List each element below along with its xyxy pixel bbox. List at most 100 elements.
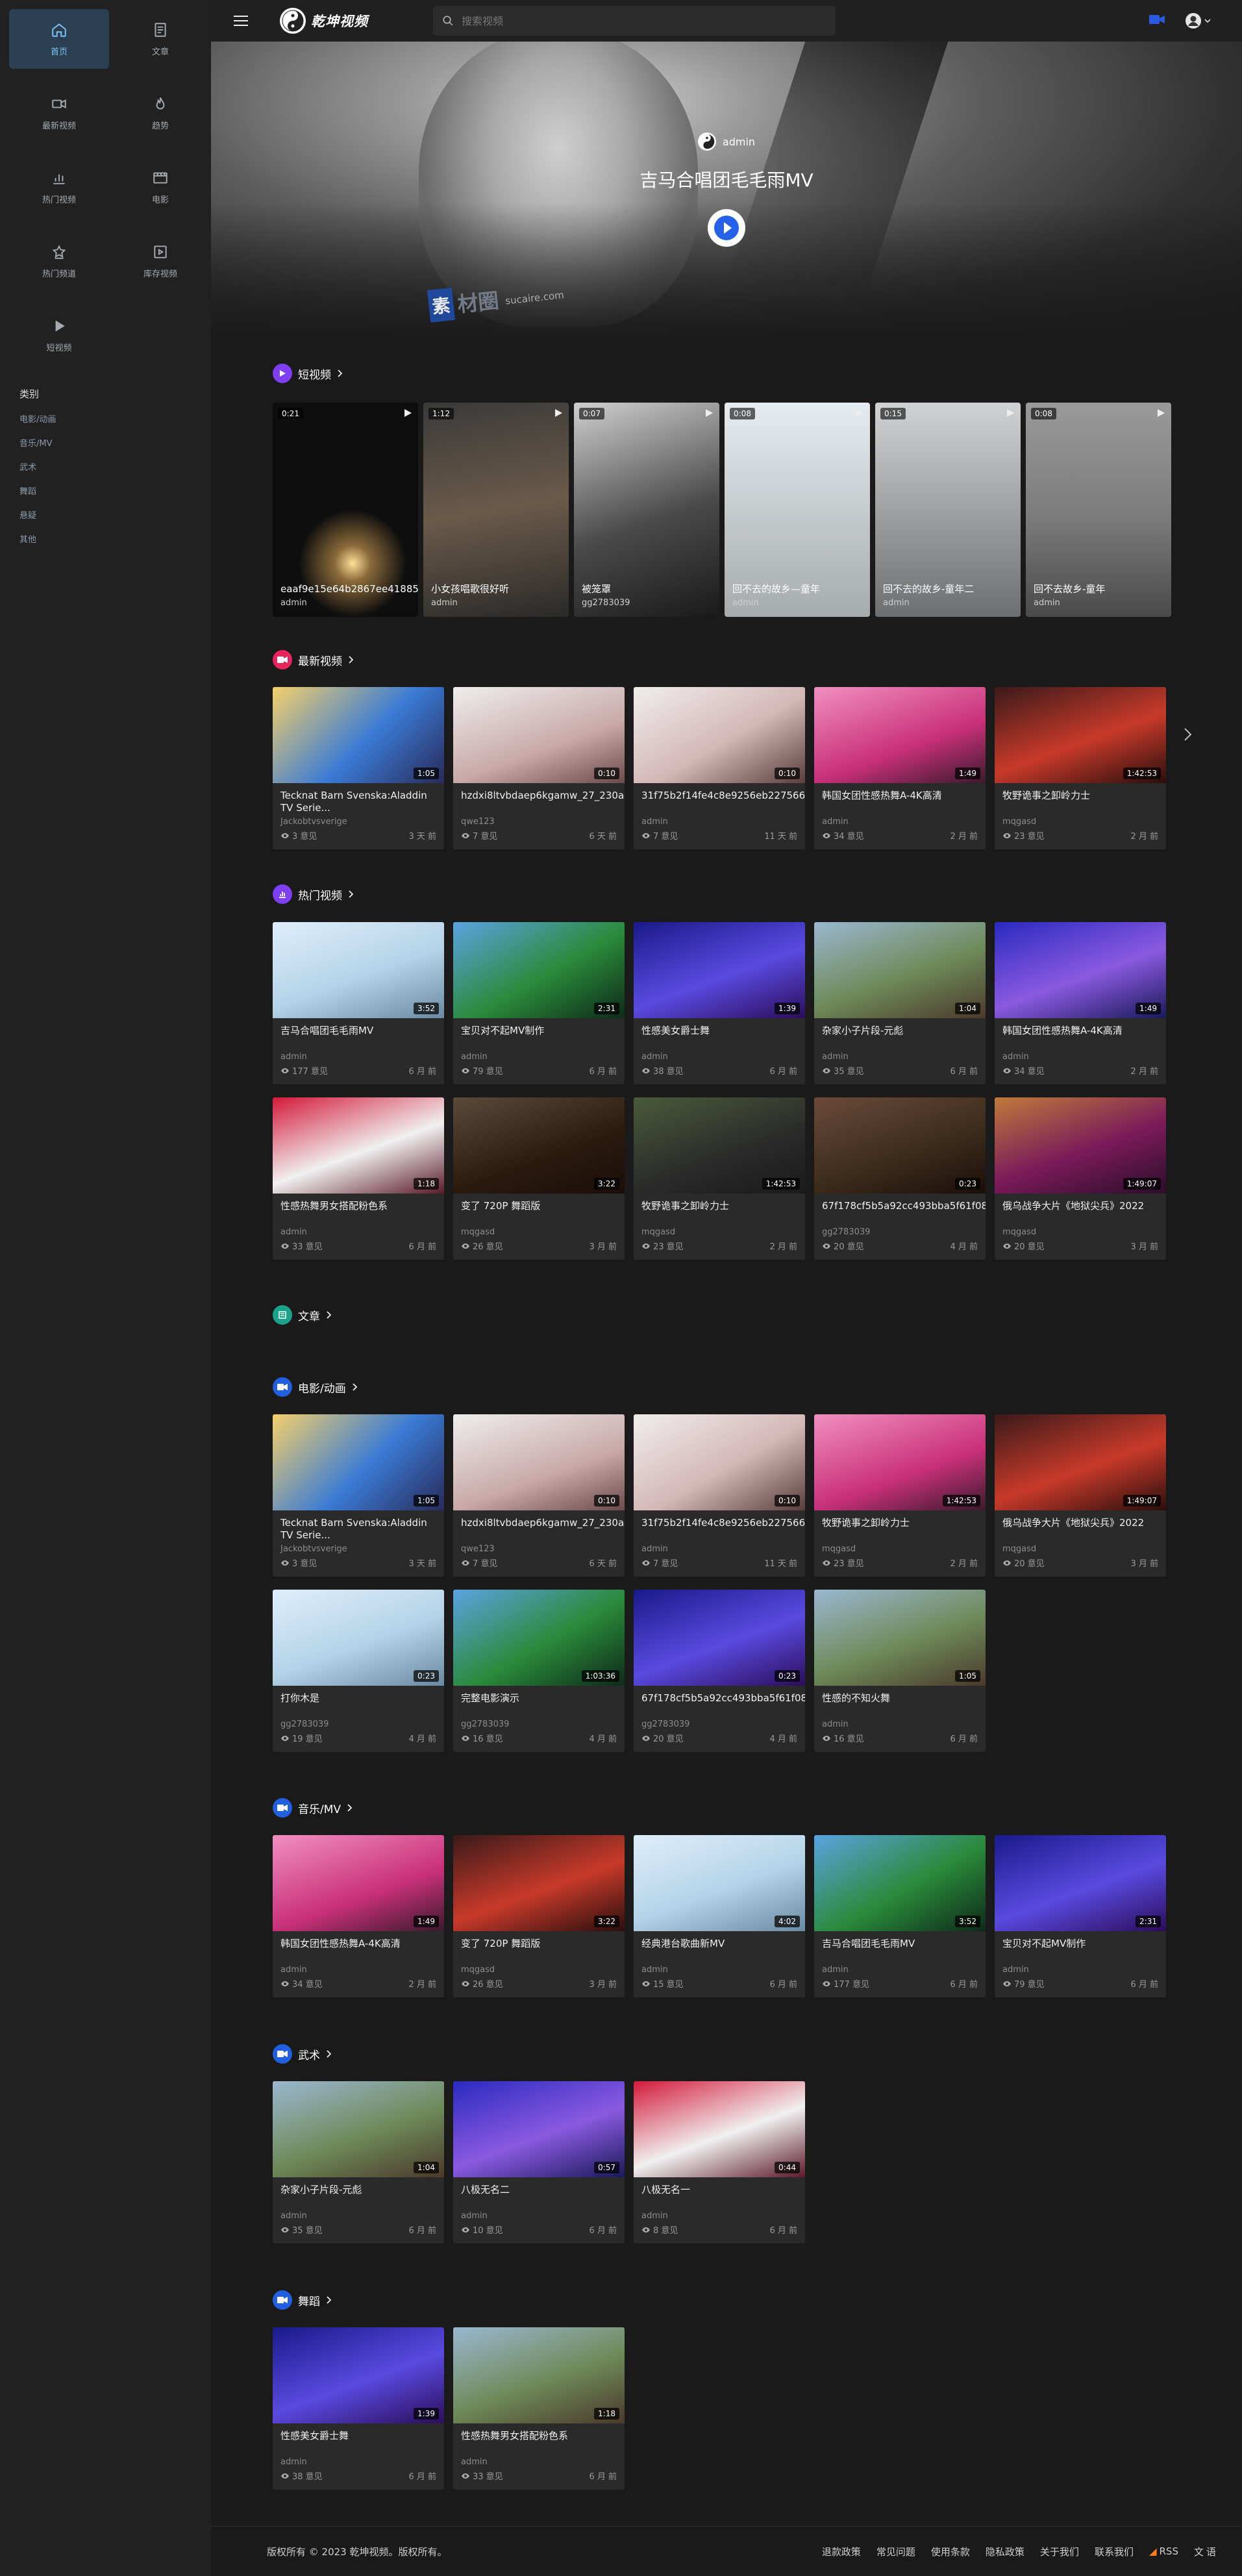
short-author[interactable]: admin xyxy=(431,598,458,608)
video-author[interactable]: admin xyxy=(273,1049,444,1062)
video-card[interactable]: 1:18 性感热舞男女搭配粉色系 admin 33 意见 6 月 前 xyxy=(453,2327,625,2490)
video-card[interactable]: 1:05 性感的不知火舞 admin 16 意见 6 月 前 xyxy=(814,1590,986,1752)
carousel-next-button[interactable] xyxy=(1183,727,1192,744)
section-header-martial[interactable]: 武术 xyxy=(273,2044,331,2064)
video-card[interactable]: 1:42:53 牧野诡事之卸岭力士 mqgasd 23 意见 2 月 前 xyxy=(995,687,1166,849)
short-video-card[interactable]: 0:08 回不去的故乡—童年 admin xyxy=(725,403,870,617)
video-title[interactable]: 牧野诡事之卸岭力士 xyxy=(814,1510,986,1542)
video-title[interactable]: 吉马合唱团毛毛雨MV xyxy=(814,1931,986,1962)
footer-link[interactable]: 隐私政策 xyxy=(986,2545,1025,2558)
short-title[interactable]: 回不去的故乡-童年二 xyxy=(883,583,1013,595)
video-thumbnail[interactable]: 0:44 xyxy=(634,2081,805,2177)
short-title[interactable]: 回不去故乡-童年 xyxy=(1034,583,1163,595)
video-card[interactable]: 3:52 吉马合唱团毛毛雨MV admin 177 意见 6 月 前 xyxy=(273,922,444,1084)
video-thumbnail[interactable]: 1:39 xyxy=(634,922,805,1018)
video-author[interactable]: admin xyxy=(273,2455,444,2467)
video-author[interactable]: gg2783039 xyxy=(273,1717,444,1729)
category-link[interactable]: 武术 xyxy=(19,460,211,473)
video-card[interactable]: 1:39 性感美女爵士舞 admin 38 意见 6 月 前 xyxy=(634,922,805,1084)
video-thumbnail[interactable]: 3:52 xyxy=(814,1835,986,1931)
short-video-card[interactable]: 0:08 回不去故乡-童年 admin xyxy=(1026,403,1171,617)
video-author[interactable]: mqgasd xyxy=(453,1962,625,1975)
section-header-articles[interactable]: 文章 xyxy=(273,1305,331,1325)
video-card[interactable]: 2:31 宝贝对不起MV制作 admin 79 意见 6 月 前 xyxy=(995,1835,1166,1997)
video-card[interactable]: 1:05 Tecknat Barn Svenska:Aladdin TV Seri… xyxy=(273,1414,444,1577)
category-link[interactable]: 其他 xyxy=(19,532,211,545)
video-thumbnail[interactable]: 1:49 xyxy=(814,687,986,783)
video-title[interactable]: 八极无名一 xyxy=(634,2177,805,2208)
video-author[interactable]: mqgasd xyxy=(814,1542,986,1554)
video-thumbnail[interactable]: 2:31 xyxy=(453,922,625,1018)
video-thumbnail[interactable]: 1:04 xyxy=(814,922,986,1018)
sidebar-item-latest[interactable]: 最新视频 xyxy=(9,83,109,143)
video-author[interactable]: qwe123 xyxy=(453,1542,625,1554)
video-thumbnail[interactable]: 1:49:07 xyxy=(995,1097,1166,1194)
short-author[interactable]: admin xyxy=(732,598,759,608)
video-author[interactable]: mqgasd xyxy=(634,1225,805,1237)
video-author[interactable]: gg2783039 xyxy=(634,1717,805,1729)
video-title[interactable]: 韩国女团性感热舞A-4K高清 xyxy=(814,783,986,814)
video-title[interactable]: Tecknat Barn Svenska:Aladdin TV Serie... xyxy=(273,783,444,814)
user-menu-button[interactable] xyxy=(1185,12,1211,29)
video-author[interactable]: admin xyxy=(995,1962,1166,1975)
video-author[interactable]: gg2783039 xyxy=(814,1225,986,1237)
video-card[interactable]: 0:57 八极无名二 admin 10 意见 6 月 前 xyxy=(453,2081,625,2244)
sidebar-item-channels[interactable]: 热门频道 xyxy=(9,231,109,291)
footer-link[interactable]: 联系我们 xyxy=(1095,2545,1134,2558)
video-author[interactable]: mqgasd xyxy=(453,1225,625,1237)
video-card[interactable]: 1:49 韩国女团性感热舞A-4K高清 admin 34 意见 2 月 前 xyxy=(995,922,1166,1084)
video-card[interactable]: 3:52 吉马合唱团毛毛雨MV admin 177 意见 6 月 前 xyxy=(814,1835,986,1997)
video-author[interactable]: admin xyxy=(453,1049,625,1062)
short-title[interactable]: 小女孩唱歌很好听 xyxy=(431,583,561,595)
video-card[interactable]: 1:39 性感美女爵士舞 admin 38 意见 6 月 前 xyxy=(273,2327,444,2490)
upload-video-button[interactable] xyxy=(1149,13,1165,29)
video-thumbnail[interactable]: 3:22 xyxy=(453,1835,625,1931)
video-title[interactable]: 67f178cf5b5a92cc493bba5f61f08437 xyxy=(634,1686,805,1717)
video-title[interactable]: 俄乌战争大片《地狱尖兵》2022 xyxy=(995,1510,1166,1542)
video-card[interactable]: 0:10 31f75b2f14fe4c8e9256eb2275666c25admi… xyxy=(634,1414,805,1577)
video-author[interactable]: admin xyxy=(814,1049,986,1062)
video-title[interactable]: 性感美女爵士舞 xyxy=(634,1018,805,1049)
video-author[interactable]: Jackobtvsverige xyxy=(273,1542,444,1554)
video-thumbnail[interactable]: 1:18 xyxy=(453,2327,625,2423)
video-author[interactable]: admin xyxy=(453,2455,625,2467)
video-thumbnail[interactable]: 1:42:53 xyxy=(814,1414,986,1510)
video-author[interactable]: admin xyxy=(273,1225,444,1237)
video-title[interactable]: Tecknat Barn Svenska:Aladdin TV Serie... xyxy=(273,1510,444,1542)
short-author[interactable]: admin xyxy=(883,598,910,608)
video-thumbnail[interactable]: 3:22 xyxy=(453,1097,625,1194)
video-title[interactable]: 宝贝对不起MV制作 xyxy=(995,1931,1166,1962)
language-button[interactable]: 文语 xyxy=(1194,2545,1216,2558)
short-video-card[interactable]: 0:21 eaaf9e15e64b2867ee4188555d47635a admi… xyxy=(273,403,418,617)
video-title[interactable]: 31f75b2f14fe4c8e9256eb2275666c25 xyxy=(634,1510,805,1542)
video-author[interactable]: admin xyxy=(814,814,986,827)
video-title[interactable]: 俄乌战争大片《地狱尖兵》2022 xyxy=(995,1194,1166,1225)
video-author[interactable]: gg2783039 xyxy=(453,1717,625,1729)
video-card[interactable]: 2:31 宝贝对不起MV制作 admin 79 意见 6 月 前 xyxy=(453,922,625,1084)
video-author[interactable]: admin xyxy=(634,2208,805,2221)
rss-link[interactable]: ◢ RSS xyxy=(1149,2545,1178,2558)
section-header-movies[interactable]: 电影/动画 xyxy=(273,1377,357,1397)
video-thumbnail[interactable]: 1:49:07 xyxy=(995,1414,1166,1510)
video-thumbnail[interactable]: 1:39 xyxy=(273,2327,444,2423)
video-title[interactable]: 韩国女团性感热舞A-4K高清 xyxy=(273,1931,444,1962)
video-card[interactable]: 0:23 打你木是 gg2783039 19 意见 4 月 前 xyxy=(273,1590,444,1752)
hero-play-button[interactable] xyxy=(708,209,745,247)
video-author[interactable]: admin xyxy=(634,814,805,827)
short-title[interactable]: 回不去的故乡—童年 xyxy=(732,583,862,595)
video-title[interactable]: hzdxi8ltvbdaep6kgamw_27_230a4468983089fe… xyxy=(453,783,625,814)
video-card[interactable]: 1:49 韩国女团性感热舞A-4K高清 admin 34 意见 2 月 前 xyxy=(273,1835,444,1997)
video-title[interactable]: 性感的不知火舞 xyxy=(814,1686,986,1717)
video-thumbnail[interactable]: 0:57 xyxy=(453,2081,625,2177)
video-title[interactable]: 67f178cf5b5a92cc493bba5f61f08437 xyxy=(814,1194,986,1225)
video-author[interactable]: admin xyxy=(634,1049,805,1062)
video-title[interactable]: 经典港台歌曲新MV xyxy=(634,1931,805,1962)
video-author[interactable]: qwe123 xyxy=(453,814,625,827)
video-card[interactable]: 1:03:36 完整电影演示 gg2783039 16 意见 4 月 前 xyxy=(453,1590,625,1752)
video-thumbnail[interactable]: 1:42:53 xyxy=(634,1097,805,1194)
video-title[interactable]: 性感热舞男女搭配粉色系 xyxy=(453,2423,625,2455)
video-card[interactable]: 0:10 31f75b2f14fe4c8e9256eb2275666c25admi… xyxy=(634,687,805,849)
video-title[interactable]: 打你木是 xyxy=(273,1686,444,1717)
search-bar[interactable] xyxy=(433,6,836,36)
video-author[interactable]: Jackobtvsverige xyxy=(273,814,444,827)
